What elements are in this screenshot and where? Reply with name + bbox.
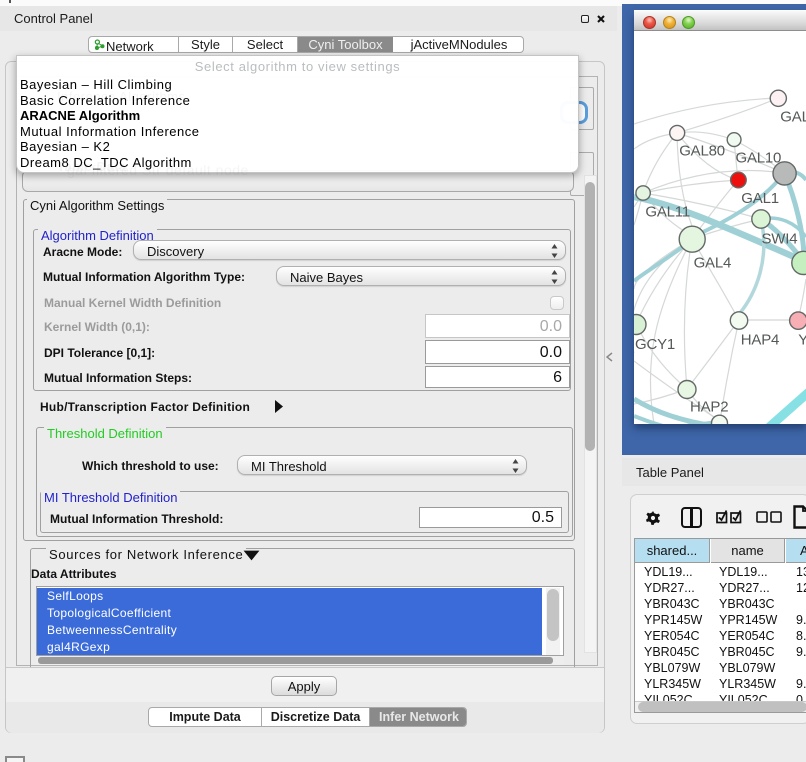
svg-text:GCY1: GCY1 (635, 336, 675, 353)
svg-text:SWI4: SWI4 (762, 231, 798, 248)
svg-text:GAL80: GAL80 (679, 142, 725, 159)
svg-text:GAL11: GAL11 (645, 204, 690, 221)
svg-text:GAL10: GAL10 (736, 150, 782, 167)
svg-text:HAP2: HAP2 (690, 399, 728, 416)
svg-text:GAL4: GAL4 (694, 255, 732, 272)
svg-text:Y: Y (798, 331, 806, 348)
svg-text:GAL: GAL (780, 108, 806, 125)
svg-text:HAP4: HAP4 (741, 331, 779, 348)
svg-text:GAL1: GAL1 (741, 190, 779, 207)
